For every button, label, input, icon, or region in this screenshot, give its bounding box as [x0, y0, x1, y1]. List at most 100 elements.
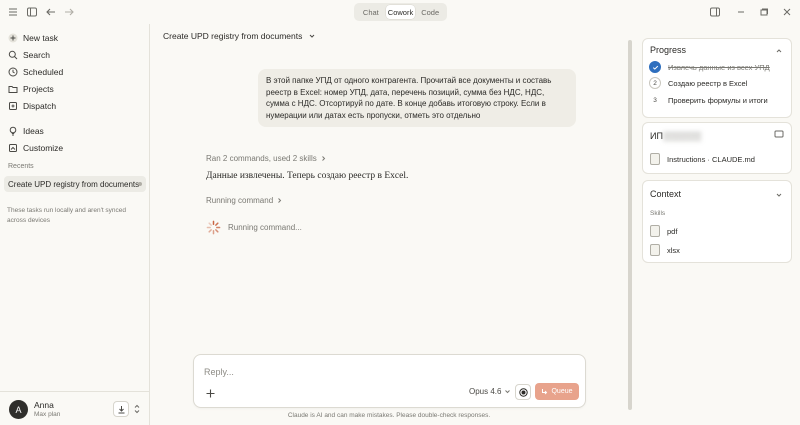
reply-composer: Opus 4.6 Queue	[193, 354, 586, 408]
skill-label: pdf	[667, 226, 678, 236]
scrollbar[interactable]	[628, 40, 632, 410]
progress-card: Progress Извлечь данные из всех УПД 2 Со…	[642, 38, 792, 118]
queue-button[interactable]: Queue	[535, 383, 579, 400]
skills-heading: Skills	[650, 210, 666, 217]
progress-step-label: Извлечь данные из всех УПД	[668, 62, 770, 72]
skill-item-xlsx[interactable]: xlsx	[650, 244, 680, 256]
chevron-down-icon	[308, 32, 316, 40]
user-profile[interactable]: A Anna Max plan	[0, 391, 150, 425]
sidebar-toggle-icon[interactable]	[25, 5, 39, 19]
maximize-icon[interactable]	[757, 5, 771, 19]
sidebar-item-label: Dispatch	[23, 101, 57, 111]
progress-step-1: Извлечь данные из всех УПД	[649, 61, 770, 73]
recents-heading: Recents	[8, 163, 34, 170]
user-name: Anna	[34, 400, 54, 410]
tab-cowork[interactable]: Cowork	[385, 5, 416, 19]
download-button[interactable]	[113, 401, 129, 417]
menu-icon[interactable]	[6, 5, 20, 19]
chevron-updown-icon[interactable]	[133, 403, 141, 415]
spinner-icon	[206, 220, 221, 235]
skill-file-icon	[650, 244, 660, 256]
running-status: Running command...	[206, 220, 302, 235]
close-icon[interactable]	[780, 5, 794, 19]
main-chat: Create UPD registry from documents В это…	[151, 24, 631, 425]
sidebar-item-projects[interactable]: Projects	[4, 81, 146, 97]
recent-task-label: Create UPD registry from documents	[8, 179, 140, 189]
progress-title: Progress	[650, 45, 687, 55]
sidebar-item-ideas[interactable]: Ideas	[4, 123, 146, 139]
avatar: A	[9, 400, 28, 419]
queue-label: Queue	[551, 388, 573, 395]
sidebar-item-scheduled[interactable]: Scheduled	[4, 64, 146, 80]
lightbulb-icon	[8, 126, 18, 136]
chat-title[interactable]: Create UPD registry from documents	[163, 31, 316, 41]
chevron-up-icon[interactable]	[775, 47, 783, 55]
folder-card: ИП▒▒▒▒▒▒ Instructions · CLAUDE.md	[642, 122, 792, 174]
chevron-right-icon	[320, 155, 327, 162]
sidebar-item-dispatch[interactable]: Dispatch	[4, 98, 146, 114]
sidebar-item-label: Search	[23, 50, 50, 60]
download-icon	[117, 405, 126, 414]
forward-arrow-icon[interactable]	[62, 5, 76, 19]
sidebar-item-new-task[interactable]: New task	[4, 30, 146, 46]
running-command-label: Running command	[206, 196, 274, 205]
sidebar-item-label: Scheduled	[23, 67, 64, 77]
redacted-text: ▒▒▒▒▒▒	[662, 131, 702, 141]
disclaimer: Claude is AI and can make mistakes. Plea…	[287, 412, 491, 419]
steps-summary-label: Ran 2 commands, used 2 skills	[206, 154, 317, 163]
running-status-text: Running command...	[228, 223, 302, 232]
attach-plus-icon[interactable]	[204, 387, 216, 399]
file-label: Instructions · CLAUDE.md	[667, 154, 755, 164]
model-label: Opus 4.6	[469, 387, 502, 396]
back-arrow-icon[interactable]	[44, 5, 58, 19]
top-bar: Chat Cowork Code	[0, 0, 800, 24]
user-plan: Max plan	[34, 411, 61, 418]
mode-switcher: Chat Cowork Code	[354, 3, 447, 21]
panel-toggle-icon[interactable]	[708, 5, 722, 19]
sidebar: New task Search Scheduled Projects Dispa…	[0, 24, 150, 425]
open-folder-icon[interactable]	[774, 129, 784, 139]
chevron-down-icon	[504, 388, 511, 395]
dispatch-icon	[8, 101, 18, 111]
step-number: 2	[649, 77, 661, 89]
progress-step-3: 3 Проверить формулы и итоги	[649, 94, 768, 106]
folder-icon	[8, 84, 18, 94]
file-icon	[650, 153, 660, 165]
sidebar-item-customize[interactable]: Customize	[4, 140, 146, 156]
tab-chat[interactable]: Chat	[356, 5, 386, 19]
steps-summary[interactable]: Ran 2 commands, used 2 skills	[206, 154, 327, 163]
folder-title-text: ИП	[650, 131, 663, 141]
context-card: Context Skills pdf xlsx	[642, 180, 792, 263]
chevron-down-icon[interactable]	[775, 191, 783, 199]
sidebar-item-label: Customize	[23, 143, 64, 153]
page-title: Create UPD registry from documents	[163, 31, 303, 41]
context-title: Context	[650, 189, 682, 199]
progress-step-label: Создаю реестр в Excel	[668, 78, 748, 88]
check-icon	[649, 61, 661, 73]
customize-icon	[8, 143, 18, 153]
search-icon	[8, 50, 18, 60]
step-number: 3	[649, 94, 661, 106]
chevron-right-icon	[276, 197, 283, 204]
queue-arrow-icon	[541, 388, 548, 395]
reply-input[interactable]	[204, 365, 574, 379]
sidebar-item-search[interactable]: Search	[4, 47, 146, 63]
recent-task-item[interactable]: Create UPD registry from documents	[4, 176, 146, 192]
clock-icon	[8, 67, 18, 77]
record-button[interactable]	[515, 384, 531, 400]
progress-step-2: 2 Создаю реестр в Excel	[649, 77, 747, 89]
status-dot-icon	[138, 182, 142, 186]
minimize-icon[interactable]	[734, 5, 748, 19]
running-command-toggle[interactable]: Running command	[206, 196, 283, 205]
skill-file-icon	[650, 225, 660, 237]
record-icon	[518, 387, 528, 397]
local-tasks-note: These tasks run locally and aren't synce…	[7, 207, 127, 224]
sidebar-item-label: New task	[23, 33, 58, 43]
model-selector[interactable]: Opus 4.6	[469, 387, 511, 396]
file-item[interactable]: Instructions · CLAUDE.md	[650, 153, 755, 165]
progress-step-label: Проверить формулы и итоги	[668, 95, 768, 105]
sidebar-item-label: Projects	[23, 84, 54, 94]
skill-label: xlsx	[667, 245, 680, 255]
tab-code[interactable]: Code	[415, 5, 445, 19]
skill-item-pdf[interactable]: pdf	[650, 225, 677, 237]
